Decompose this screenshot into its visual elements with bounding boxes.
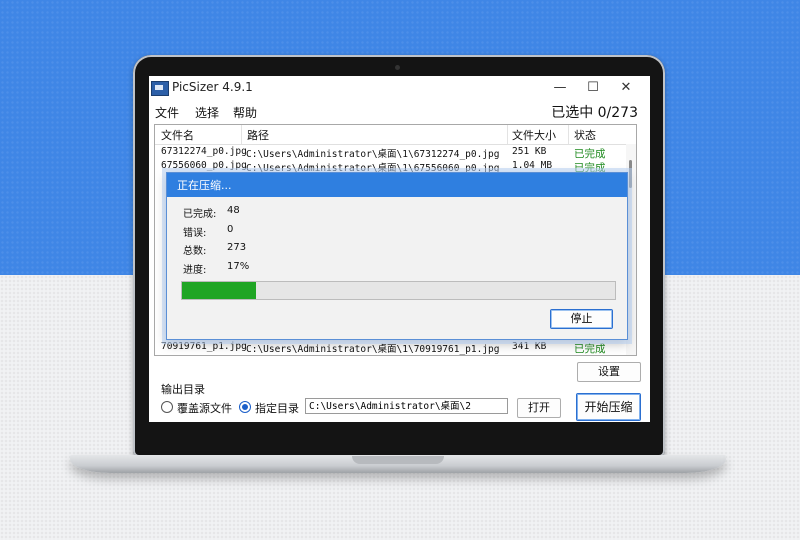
file-status: 已完成 xyxy=(574,343,606,355)
camera-icon xyxy=(395,65,400,70)
progress-dialog: 正在压缩... 已完成: 48 错误: 0 总数: 273 进度: 17% 停止 xyxy=(166,172,628,340)
errors-value: 0 xyxy=(227,224,234,235)
column-divider xyxy=(507,125,508,144)
column-divider xyxy=(568,125,569,144)
stop-button[interactable]: 停止 xyxy=(550,309,613,329)
dialog-title: 正在压缩... xyxy=(177,179,232,192)
radio-overwrite[interactable] xyxy=(161,401,173,413)
errors-label: 错误: xyxy=(183,228,207,239)
radio-specify-dir[interactable] xyxy=(239,401,251,413)
maximize-button[interactable]: ☐ xyxy=(581,79,605,97)
column-header-path[interactable]: 路径 xyxy=(247,127,269,143)
column-header-name[interactable]: 文件名 xyxy=(161,127,194,143)
total-value: 273 xyxy=(227,242,247,253)
column-divider xyxy=(241,125,242,144)
radio-specify-dir-label[interactable]: 指定目录 xyxy=(255,400,299,416)
window-title: PicSizer 4.9.1 xyxy=(172,80,253,94)
file-size: 1.04 MB xyxy=(512,160,553,171)
app-icon xyxy=(151,81,169,96)
menu-help[interactable]: 帮助 xyxy=(233,104,257,121)
completed-value: 48 xyxy=(227,205,240,216)
file-path: C:\Users\Administrator\桌面\1\70919761_p1.… xyxy=(246,344,500,355)
column-header-status[interactable]: 状态 xyxy=(574,127,596,143)
table-row[interactable]: 70919761_p1.jpg C:\Users\Administrator\桌… xyxy=(155,340,625,355)
close-button[interactable]: ✕ xyxy=(614,79,638,97)
progress-bar xyxy=(181,281,616,300)
file-name: 70919761_p1.jpg xyxy=(161,341,247,352)
dialog-title-bar: 正在压缩... xyxy=(167,173,627,197)
output-dir-label: 输出目录 xyxy=(161,383,205,396)
total-label: 总数: xyxy=(183,246,207,257)
open-button[interactable]: 打开 xyxy=(517,398,561,418)
laptop-notch xyxy=(352,456,444,464)
table-row[interactable]: 67556060_p0.jpg C:\Users\Administrator\桌… xyxy=(155,159,625,174)
output-path-input[interactable]: C:\Users\Administrator\桌面\2 xyxy=(305,398,508,414)
table-row[interactable]: 67312274_p0.jpg C:\Users\Administrator\桌… xyxy=(155,145,625,160)
file-size: 341 KB xyxy=(512,341,547,352)
progress-bar-fill xyxy=(182,282,256,299)
list-header: 文件名 路径 文件大小 状态 xyxy=(155,125,636,145)
minimize-button[interactable]: — xyxy=(548,79,572,97)
file-path: C:\Users\Administrator\桌面\1\67312274_p0.… xyxy=(246,149,500,160)
scroll-thumb[interactable] xyxy=(629,160,632,188)
file-size: 251 KB xyxy=(512,146,547,157)
file-name: 67312274_p0.jpg xyxy=(161,146,247,157)
column-header-size[interactable]: 文件大小 xyxy=(512,127,556,143)
menu-bar: 文件 选择 帮助 已选中 0/273 xyxy=(149,102,650,122)
progress-value: 17% xyxy=(227,261,250,272)
selected-count: 已选中 0/273 xyxy=(551,105,638,121)
title-bar: PicSizer 4.9.1 — ☐ ✕ xyxy=(149,76,650,100)
menu-select[interactable]: 选择 xyxy=(195,104,219,121)
start-compress-button[interactable]: 开始压缩 xyxy=(576,393,641,421)
progress-label: 进度: xyxy=(183,265,207,276)
menu-file[interactable]: 文件 xyxy=(155,104,179,121)
completed-label: 已完成: xyxy=(183,209,217,220)
radio-overwrite-label[interactable]: 覆盖源文件 xyxy=(177,400,232,416)
file-name: 67556060_p0.jpg xyxy=(161,160,247,171)
settings-button[interactable]: 设置 xyxy=(577,362,641,382)
